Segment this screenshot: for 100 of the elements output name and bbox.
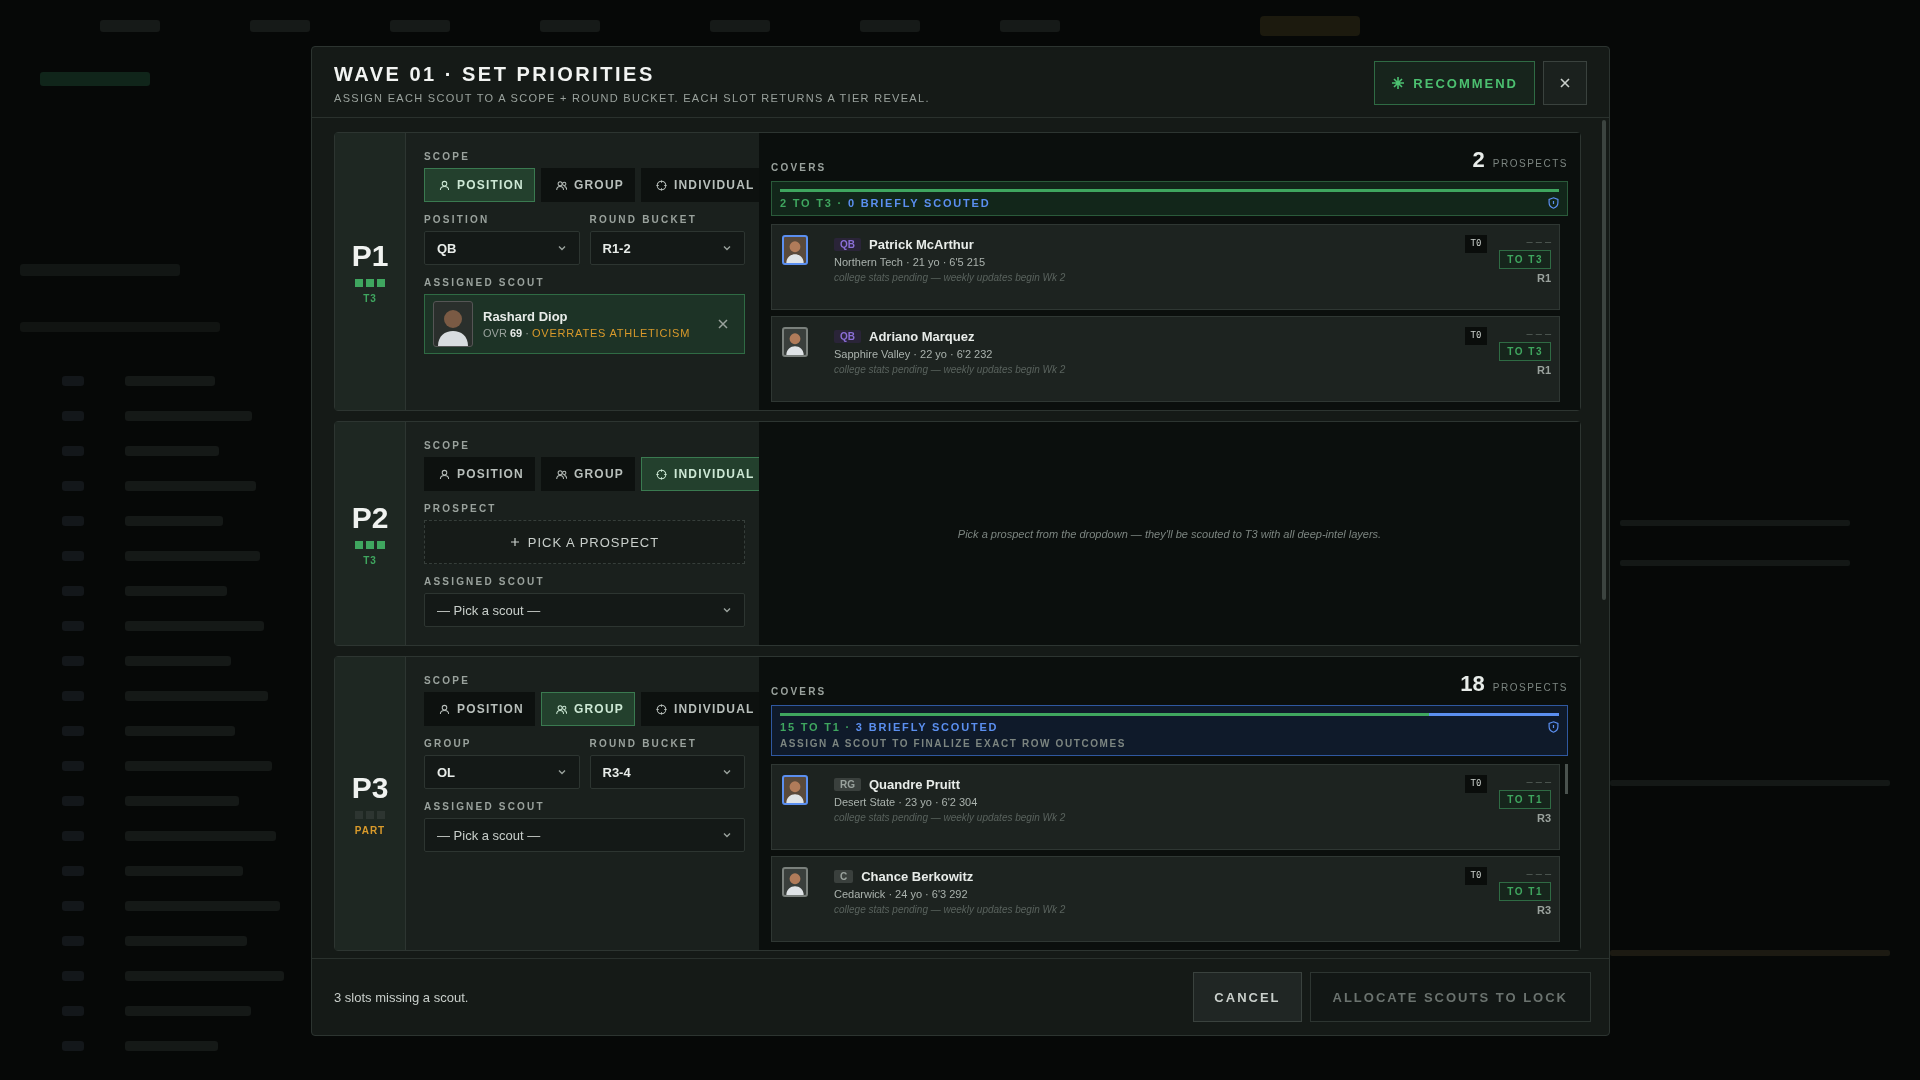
- shield-icon: [1548, 721, 1559, 733]
- sparkle-icon: [1391, 76, 1406, 90]
- prospect-row[interactable]: C Chance Berkowitz Cedarwick · 24 yo · 6'3 292 college stats pending — weekly updates begin Wk 2 T0 – – – TO T1 R3: [771, 856, 1560, 942]
- prospect-details: Northern Tech · 21 yo · 6'5 215: [834, 256, 987, 268]
- position-tag: C: [834, 870, 854, 883]
- recommend-button[interactable]: RECOMMEND: [1374, 61, 1535, 105]
- cancel-button[interactable]: CANCEL: [1193, 972, 1302, 1022]
- scope-tab[interactable]: POSITION: [424, 457, 535, 491]
- count-unit: PROSPECTS: [1492, 682, 1568, 693]
- scope-tab[interactable]: POSITION: [424, 168, 535, 202]
- position-tag: QB: [834, 238, 861, 251]
- count-unit: PROSPECTS: [1492, 158, 1568, 169]
- shield-icon: [1548, 197, 1559, 209]
- reveal-tag: TO T3: [1499, 250, 1551, 269]
- avatar-icon: [782, 327, 808, 357]
- people-icon: [555, 468, 567, 480]
- prospect-note: college stats pending — weekly updates begin Wk 2: [834, 364, 1067, 375]
- coverage-text: 15 TO T1 · 3 BRIEFLY SCOUTED: [780, 721, 999, 733]
- scout-dropdown[interactable]: — Pick a scout —: [424, 593, 745, 627]
- scout-dropdown[interactable]: — Pick a scout —: [424, 818, 745, 852]
- crosshair-icon: [655, 703, 667, 715]
- people-icon: [555, 179, 567, 191]
- tier-chip: T0: [1464, 235, 1488, 253]
- status-message: 3 slots missing a scout.: [334, 989, 469, 1005]
- scope-tab[interactable]: POSITION: [424, 692, 535, 726]
- avatar-icon: [433, 301, 473, 347]
- coverage-note: ASSIGN A SCOUT TO FINALIZE EXACT ROW OUTCOMES: [780, 738, 1128, 749]
- field-label: POSITION: [424, 214, 491, 225]
- chevron-icon: [722, 243, 732, 253]
- slot-label: P1: [351, 239, 389, 273]
- field-label: ROUND BUCKET: [589, 214, 698, 225]
- prospect-note: college stats pending — weekly updates begin Wk 2: [834, 272, 1067, 283]
- prospect-name: Chance Berkowitz: [861, 869, 974, 884]
- field-label: ASSIGNED SCOUT: [424, 576, 546, 587]
- chevron-icon: [722, 830, 732, 840]
- crosshair-icon: [655, 468, 667, 480]
- tier-label: T3: [363, 293, 377, 304]
- dropdown[interactable]: QB: [424, 231, 580, 265]
- grade-dashes: – – –: [1526, 775, 1551, 787]
- prospect-row[interactable]: RG Quandre Pruitt Desert State · 23 yo · 6'2 304 college stats pending — weekly updates begin Wk 2 T0 – – – TO T1 R3: [771, 764, 1560, 850]
- round-label: R1: [1536, 272, 1551, 284]
- close-icon: [1558, 76, 1572, 90]
- prospect-count: 2: [1472, 147, 1485, 173]
- pick-prospect-button[interactable]: PICK A PROSPECT: [424, 520, 745, 564]
- slot-label: P2: [351, 501, 389, 535]
- avatar-icon: [782, 775, 808, 805]
- plus-icon: [509, 537, 520, 547]
- reveal-tag: TO T3: [1499, 342, 1551, 361]
- prospect-name: Patrick McArthur: [869, 237, 974, 252]
- dropdown[interactable]: R1-2: [589, 231, 745, 265]
- empty-note: Pick a prospect from the dropdown — they'll be scouted to T3 with all deep-intel layers.: [957, 527, 1382, 540]
- position-tag: QB: [834, 330, 861, 343]
- grade-dashes: – – –: [1526, 235, 1551, 247]
- crosshair-icon: [655, 179, 667, 191]
- tier-label: T3: [363, 555, 377, 566]
- chevron-icon: [722, 605, 732, 615]
- prospect-details: Sapphire Valley · 22 yo · 6'2 232: [834, 348, 994, 360]
- remove-icon[interactable]: [716, 317, 730, 331]
- position-tag: RG: [834, 778, 861, 791]
- prospect-row[interactable]: QB Adriano Marquez Sapphire Valley · 22 yo · 6'2 232 college stats pending — weekly updates begin Wk 2 T0 – – – TO T3 R1: [771, 316, 1560, 402]
- coverage-text: 2 TO T3 · 0 BRIEFLY SCOUTED: [780, 197, 991, 209]
- scout-name: Rashard Diop: [483, 309, 569, 324]
- dropdown[interactable]: R3-4: [589, 755, 745, 789]
- prospect-details: Cedarwick · 24 yo · 6'3 292: [834, 888, 969, 900]
- person-icon: [439, 179, 450, 191]
- reveal-tag: TO T1: [1499, 790, 1551, 809]
- round-label: R3: [1536, 812, 1551, 824]
- prospect-row[interactable]: QB Patrick McArthur Northern Tech · 21 yo · 6'5 215 college stats pending — weekly updates begin Wk 2 T0 – – – TO T3 R1: [771, 224, 1560, 310]
- close-button[interactable]: [1543, 61, 1587, 105]
- avatar-icon: [782, 235, 808, 265]
- people-icon: [555, 703, 567, 715]
- chevron-icon: [722, 767, 732, 777]
- tier-chip: T0: [1464, 327, 1488, 345]
- field-label: ASSIGNED SCOUT: [424, 277, 546, 288]
- round-label: R1: [1536, 364, 1551, 376]
- scope-tab[interactable]: GROUP: [540, 168, 635, 202]
- tier-chip: T0: [1464, 867, 1488, 885]
- dialog-title: WAVE 01 · SET PRIORITIES: [334, 62, 656, 86]
- avatar-icon: [782, 867, 808, 897]
- scope-tab[interactable]: GROUP: [540, 457, 635, 491]
- covers-label: COVERS: [771, 162, 827, 173]
- slot-label: P3: [351, 771, 389, 805]
- chevron-icon: [556, 767, 567, 777]
- scope-tab[interactable]: GROUP: [540, 692, 635, 726]
- prospect-note: college stats pending — weekly updates begin Wk 2: [834, 812, 1067, 823]
- person-icon: [439, 468, 450, 480]
- grade-dashes: – – –: [1526, 327, 1551, 339]
- grade-dashes: – – –: [1526, 867, 1551, 879]
- field-label: SCOPE: [424, 151, 471, 162]
- dropdown[interactable]: OL: [424, 755, 580, 789]
- person-icon: [439, 703, 450, 715]
- prospect-count: 18: [1460, 671, 1485, 697]
- dialog-subtitle: ASSIGN EACH SCOUT TO A SCOPE + ROUND BUCKET. EACH SLOT RETURNS A TIER REVEAL.: [334, 91, 930, 104]
- prospect-name: Adriano Marquez: [869, 329, 975, 344]
- reveal-tag: TO T1: [1499, 882, 1551, 901]
- prospect-note: college stats pending — weekly updates begin Wk 2: [834, 904, 1067, 915]
- prospect-details: Desert State · 23 yo · 6'2 304: [834, 796, 979, 808]
- chevron-icon: [556, 243, 567, 253]
- allocate-button[interactable]: ALLOCATE SCOUTS TO LOCK: [1309, 972, 1591, 1022]
- scout-details: OVR 69 · OVERRATES ATHLETICISM: [483, 327, 692, 339]
